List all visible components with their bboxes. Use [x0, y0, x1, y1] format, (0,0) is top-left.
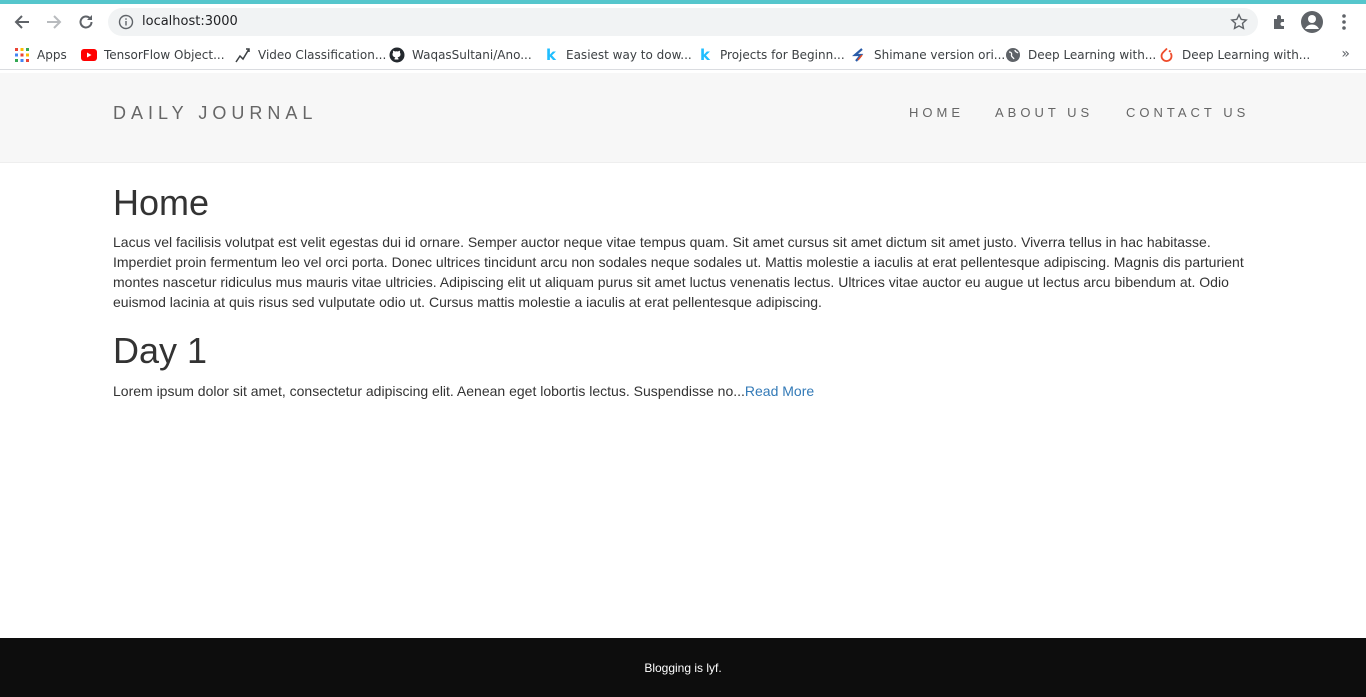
puzzle-icon [1274, 15, 1284, 29]
bookmark-label: WaqasSultani/Ano... [412, 48, 532, 62]
post-title: Day 1 [113, 330, 208, 371]
extensions-button[interactable] [1270, 12, 1290, 32]
reload-button[interactable] [74, 10, 98, 34]
menu-button[interactable] [1334, 12, 1354, 32]
kaggle-icon: k [546, 46, 556, 64]
intro-paragraph: Lacus vel facilisis volutpat est velit e… [113, 234, 1244, 310]
kaggle-icon: k [700, 46, 710, 64]
globe-icon [1005, 47, 1021, 63]
bookmark-label: Projects for Beginn... [720, 48, 845, 62]
arrow-left-icon [14, 15, 29, 29]
bookmark-label: TensorFlow Object... [104, 48, 225, 62]
youtube-icon [81, 47, 97, 63]
bookmark-label: Deep Learning with... [1182, 48, 1311, 62]
reload-icon [79, 15, 93, 29]
kebab-menu-icon [1342, 14, 1346, 30]
bookmark-label: Easiest way to dow... [566, 48, 692, 62]
pytorch-icon [1159, 47, 1175, 63]
bookmark-video-classification[interactable]: Video Classification... [235, 46, 386, 64]
site-footer: Blogging is lyf. [0, 638, 1366, 697]
bookmark-projects-beginners[interactable]: k Projects for Beginn... [697, 46, 845, 64]
nav-about-us[interactable]: ABOUT US [995, 105, 1093, 120]
bookmark-tensorflow[interactable]: TensorFlow Object... [81, 46, 225, 64]
bookmark-label: Shimane version ori... [874, 48, 1006, 62]
account-icon [1301, 11, 1323, 33]
browser-toolbar: localhost:3000 [0, 4, 1366, 40]
github-icon [389, 47, 405, 63]
brand-logo[interactable]: DAILY JOURNAL [113, 103, 317, 124]
forward-button[interactable] [42, 10, 66, 34]
bookmark-label: Video Classification... [258, 48, 387, 62]
star-icon[interactable] [1230, 13, 1248, 31]
chart-trend-icon [235, 47, 251, 63]
bookmarks-overflow-button[interactable]: » [1341, 46, 1350, 62]
bookmark-label: Apps [37, 48, 67, 62]
read-more-link[interactable]: Read More [745, 383, 814, 399]
bookmarks-bar: Apps TensorFlow Object... Video Classifi… [0, 40, 1366, 70]
page-title: Home [113, 182, 210, 223]
back-button[interactable] [10, 10, 34, 34]
info-icon[interactable] [118, 14, 134, 30]
shimane-icon [851, 47, 867, 63]
nav-home[interactable]: HOME [909, 105, 964, 120]
bookmark-shimane[interactable]: Shimane version ori... [851, 46, 1005, 64]
apps-grid-icon [14, 47, 30, 63]
site-header: DAILY JOURNAL HOME ABOUT US CONTACT US [0, 73, 1366, 163]
bookmark-deep-learning-1[interactable]: Deep Learning with... [1005, 46, 1156, 64]
footer-text: Blogging is lyf. [644, 660, 722, 675]
bookmark-deep-learning-2[interactable]: Deep Learning with... [1159, 46, 1310, 64]
url-text[interactable]: localhost:3000 [142, 14, 238, 29]
bookmark-apps[interactable]: Apps [14, 46, 67, 64]
address-bar[interactable]: localhost:3000 [108, 8, 1258, 36]
post-excerpt: Lorem ipsum dolor sit amet, consectetur … [113, 381, 1253, 401]
profile-button[interactable] [1300, 10, 1324, 34]
bookmark-easiest-way[interactable]: k Easiest way to dow... [543, 46, 692, 64]
arrow-right-icon [47, 15, 62, 29]
bookmark-label: Deep Learning with... [1028, 48, 1157, 62]
bookmark-github[interactable]: WaqasSultani/Ano... [389, 46, 532, 64]
nav-contact-us[interactable]: CONTACT US [1126, 105, 1249, 120]
post-excerpt-text: Lorem ipsum dolor sit amet, consectetur … [113, 383, 745, 399]
